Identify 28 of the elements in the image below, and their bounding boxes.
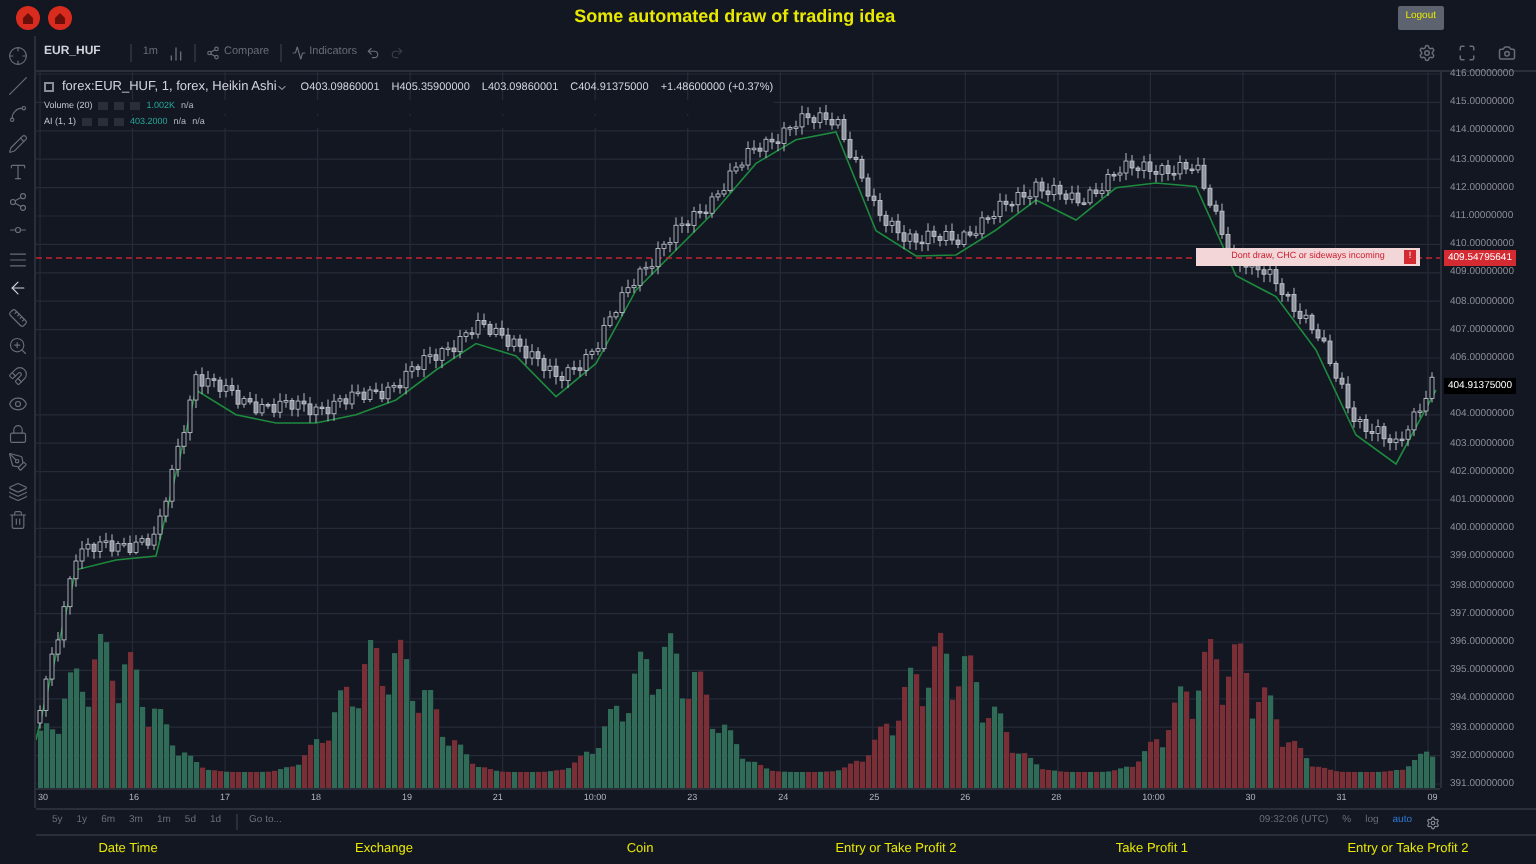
arrow-left-icon[interactable]	[7, 278, 27, 298]
settings-icon[interactable]	[1418, 44, 1436, 62]
legend-checkbox[interactable]	[44, 82, 54, 93]
pulse-icon	[291, 46, 306, 60]
nodes-icon[interactable]	[7, 191, 27, 211]
zoom-in-icon[interactable]	[7, 336, 27, 356]
pencil-icon[interactable]	[7, 133, 27, 153]
round-logo-icon[interactable]	[16, 6, 40, 30]
text-icon[interactable]	[7, 162, 27, 182]
settings-icon[interactable]	[1426, 815, 1440, 829]
curve-icon[interactable]	[7, 104, 27, 124]
caret-icon	[276, 81, 289, 94]
layers-icon[interactable]	[7, 481, 27, 501]
ruler-icon[interactable]	[7, 307, 27, 327]
eye-icon[interactable]	[7, 394, 27, 414]
magnet-icon[interactable]	[7, 365, 27, 385]
trash-icon[interactable]	[7, 510, 27, 530]
round-logo-icon[interactable]	[48, 6, 72, 30]
lines-icon[interactable]	[7, 249, 27, 269]
crosshair-icon[interactable]	[7, 46, 27, 66]
lock-icon[interactable]	[7, 423, 27, 443]
pen-icon[interactable]	[7, 452, 27, 472]
line-icon[interactable]	[7, 75, 27, 95]
nodes-icon	[205, 46, 220, 60]
undo-icon[interactable]	[366, 46, 381, 60]
page-title: Some automated draw of trading idea	[572, 4, 898, 31]
fullscreen-icon[interactable]	[1458, 44, 1476, 62]
camera-icon[interactable]	[1498, 44, 1516, 62]
